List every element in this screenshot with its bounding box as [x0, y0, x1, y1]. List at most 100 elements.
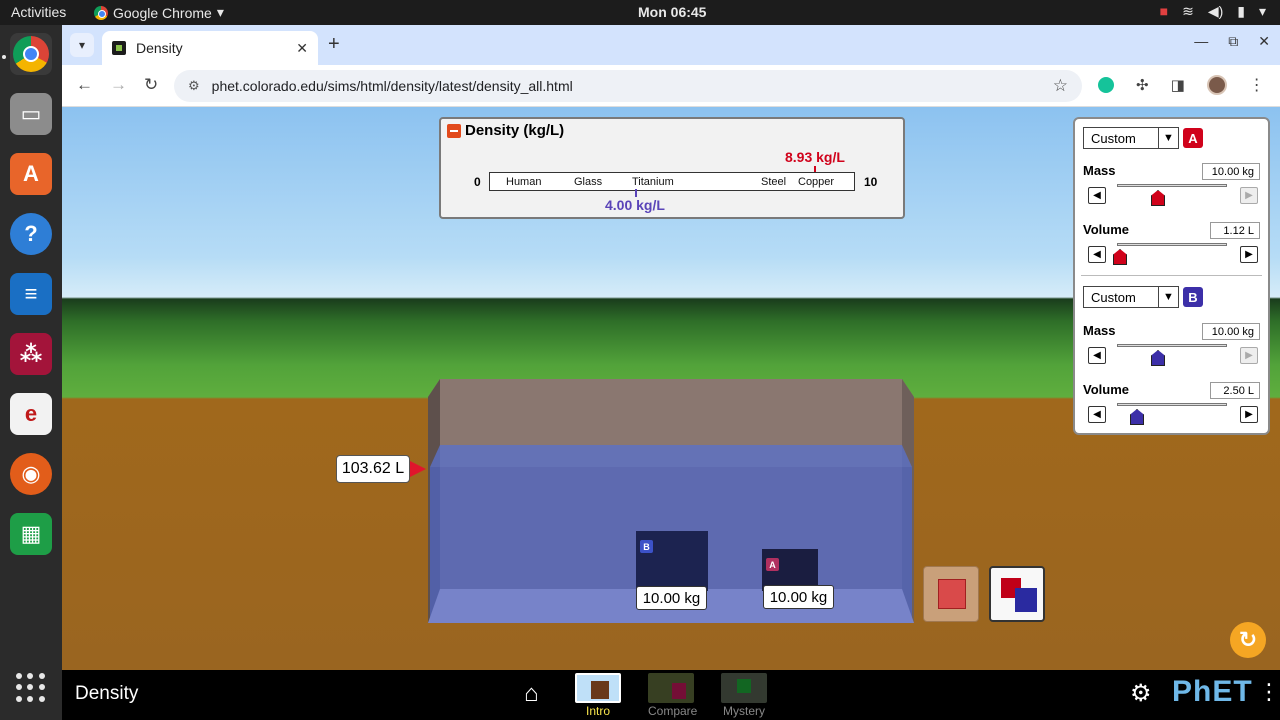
block-a-mass-slider-track[interactable] — [1117, 184, 1227, 187]
block-b-volume-label: Volume — [1083, 382, 1129, 397]
reload-icon[interactable]: ↻ — [144, 75, 158, 95]
restore-icon[interactable]: ⧉ — [1228, 33, 1238, 50]
clock[interactable]: Mon 06:45 — [638, 4, 706, 20]
density-panel-title: Density (kg/L) — [465, 122, 565, 139]
writer-icon[interactable]: ≡ — [10, 273, 52, 315]
compare-screen-icon — [648, 673, 694, 703]
block-a-volume-slider-thumb[interactable] — [1113, 249, 1127, 265]
activities-button[interactable]: Activities — [11, 4, 66, 20]
intro-screen-icon — [575, 673, 621, 703]
address-bar[interactable]: ⚙ phet.colorado.edu/sims/html/density/la… — [174, 70, 1082, 102]
block-b[interactable]: B — [636, 531, 708, 591]
block-b-density-marker — [635, 189, 637, 197]
chrome-dock-icon[interactable] — [10, 33, 52, 75]
power-menu-icon[interactable]: ▾ — [1259, 3, 1266, 20]
settings-gear-icon[interactable]: ⚙ — [1130, 679, 1152, 708]
side-panel-icon[interactable]: ◨ — [1171, 76, 1185, 94]
sim-title: Density — [75, 683, 139, 704]
close-window-icon[interactable]: ✕ — [1258, 33, 1270, 50]
block-a-volume-label: Volume — [1083, 222, 1129, 237]
block-b-tag: B — [640, 540, 653, 553]
extensions-area: ✣ ◨ ⋮ — [1098, 75, 1265, 95]
tab-search-icon[interactable]: ▾ — [70, 33, 94, 57]
screen-mystery-label: Mystery — [723, 704, 765, 718]
window-controls: — ⧉ ✕ — [1194, 33, 1270, 50]
close-tab-icon[interactable]: ✕ — [296, 40, 308, 57]
phet-navbar: Density ⌂ Intro Compare Mystery ⚙ PhET ⋮ — [62, 670, 1280, 720]
phet-menu-icon[interactable]: ⋮ — [1258, 679, 1280, 705]
phet-logo[interactable]: PhET — [1172, 675, 1253, 709]
screen-intro[interactable]: Intro — [575, 673, 621, 718]
block-b-volume-decrement[interactable]: ◀ — [1088, 406, 1106, 423]
tab-density[interactable]: Density ✕ — [102, 31, 318, 65]
block-b-volume-increment[interactable]: ▶ — [1240, 406, 1258, 423]
forward-icon[interactable]: → — [110, 75, 127, 95]
block-a-volume-decrement[interactable]: ◀ — [1088, 246, 1106, 263]
help-icon[interactable]: ? — [10, 213, 52, 255]
chrome-menu-icon[interactable]: ⋮ — [1249, 75, 1265, 95]
water-surface — [430, 445, 912, 467]
software-store-icon[interactable]: A — [10, 153, 52, 195]
block-a-mass-slider-thumb[interactable] — [1151, 190, 1165, 206]
separator — [1081, 275, 1262, 276]
mendeley-icon[interactable]: ⁂ — [10, 333, 52, 375]
wifi-icon[interactable]: ≋ — [1182, 3, 1194, 20]
files-icon[interactable]: ▭ — [10, 93, 52, 135]
battery-icon[interactable]: ▮ — [1237, 3, 1245, 20]
show-apps-icon[interactable] — [16, 673, 46, 703]
block-a-material-select[interactable]: Custom ▼ — [1083, 127, 1179, 149]
screen-record-icon[interactable]: ■ — [1160, 3, 1168, 20]
block-b-material-value: Custom — [1091, 289, 1136, 305]
document-viewer-icon[interactable]: e — [10, 393, 52, 435]
back-icon[interactable]: ← — [76, 75, 93, 95]
block-b-mass-increment[interactable]: ▶ — [1240, 347, 1258, 364]
extensions-puzzle-icon[interactable]: ✣ — [1136, 76, 1149, 94]
new-tab-icon[interactable]: + — [328, 33, 340, 56]
material-glass: Glass — [574, 176, 603, 188]
block-a-mass-increment[interactable]: ▶ — [1240, 187, 1258, 204]
block-a-mass-decrement[interactable]: ◀ — [1088, 187, 1106, 204]
volume-icon[interactable]: ◀) — [1208, 3, 1223, 20]
density-simulation: Density (kg/L) 8.93 kg/L 0 Human Glass T… — [62, 107, 1280, 670]
active-indicator — [2, 55, 6, 59]
minimize-icon[interactable]: — — [1194, 33, 1208, 50]
bookmark-star-icon[interactable]: ☆ — [1053, 76, 1068, 96]
block-b-material-select[interactable]: Custom ▼ — [1083, 286, 1179, 308]
two-blocks-button[interactable] — [989, 566, 1045, 622]
screen-compare-label: Compare — [648, 704, 698, 718]
block-b-mass-decrement[interactable]: ◀ — [1088, 347, 1106, 364]
os-top-bar: Activities Google Chrome ▾ Mon 06:45 ■ ≋… — [0, 0, 1280, 25]
block-b-mass-slider-track[interactable] — [1117, 344, 1227, 347]
chevron-down-icon: ▾ — [216, 4, 224, 20]
system-tray[interactable]: ■ ≋ ◀) ▮ ▾ — [1160, 3, 1266, 20]
block-a-volume-slider-track[interactable] — [1117, 243, 1227, 246]
home-icon[interactable]: ⌂ — [524, 680, 539, 708]
block-b-mass-slider-thumb[interactable] — [1151, 350, 1165, 366]
block-b-mass-value: 10.00 kg — [1202, 323, 1260, 340]
material-copper: Copper — [798, 176, 835, 188]
firefox-icon[interactable]: ◉ — [10, 453, 52, 495]
screen-mystery[interactable]: Mystery — [721, 673, 767, 718]
profile-avatar[interactable] — [1206, 75, 1227, 95]
screen-compare[interactable]: Compare — [648, 673, 698, 718]
block-b-volume-value: 2.50 L — [1210, 382, 1260, 399]
block-a-volume-increment[interactable]: ▶ — [1240, 246, 1258, 263]
calc-icon[interactable]: ▦ — [10, 513, 52, 555]
pool-volume-readout[interactable]: 103.62 L — [336, 455, 410, 483]
toolbar: ← → ↻ ⚙ phet.colorado.edu/sims/html/dens… — [62, 65, 1280, 107]
reset-all-icon[interactable]: ↻ — [1230, 622, 1266, 658]
one-block-button[interactable] — [923, 566, 979, 622]
url-text[interactable]: phet.colorado.edu/sims/html/density/late… — [212, 78, 573, 94]
water-level-arrow[interactable] — [410, 461, 426, 477]
single-block-icon — [938, 579, 966, 609]
block-b-volume-slider-thumb[interactable] — [1130, 409, 1144, 425]
chevron-down-icon: ▼ — [1158, 287, 1178, 307]
grammarly-icon[interactable] — [1098, 77, 1114, 93]
collapse-panel-icon[interactable] — [447, 124, 461, 138]
app-menu[interactable]: Google Chrome ▾ — [94, 4, 224, 21]
block-b-badge: B — [1183, 287, 1203, 307]
block-b-volume-slider-track[interactable] — [1117, 403, 1227, 406]
tab-title: Density — [136, 40, 183, 56]
site-info-icon[interactable]: ⚙ — [188, 78, 200, 94]
block-a-mass-value: 10.00 kg — [1202, 163, 1260, 180]
